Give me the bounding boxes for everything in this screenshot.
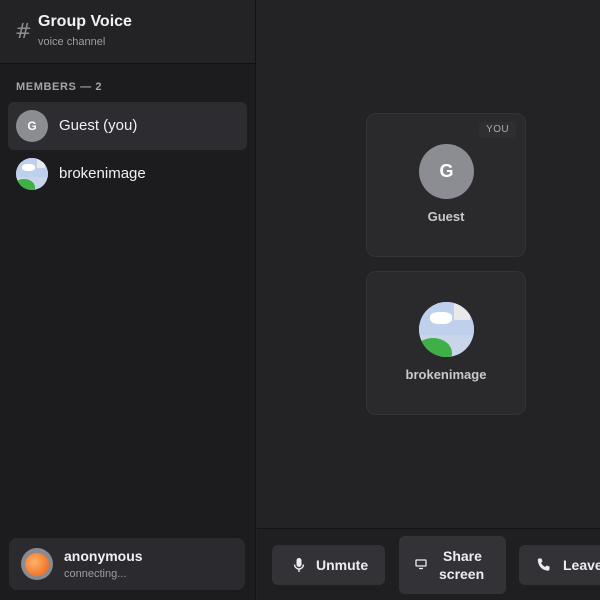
leave-button[interactable]: Leave xyxy=(519,545,600,585)
leave-label: Leave xyxy=(563,557,600,573)
avatar-letter: G xyxy=(439,161,454,181)
participant-name: brokenimage xyxy=(405,367,487,382)
member-item-brokenimage[interactable]: brokenimage xyxy=(8,150,247,198)
member-name: Guest (you) xyxy=(59,117,138,134)
members-label: MEMBERS — 2 xyxy=(16,81,103,93)
sidebar: # Group Voice voice channel MEMBERS — 2 … xyxy=(0,0,256,600)
screen-icon xyxy=(415,559,427,570)
member-name: brokenimage xyxy=(59,165,146,182)
avatar: G xyxy=(419,144,474,199)
avatar: G xyxy=(16,110,48,142)
phone-icon xyxy=(537,558,550,571)
call-controls: Unmute Share screen Leave xyxy=(257,528,600,600)
microphone-icon xyxy=(293,558,305,572)
broken-image-icon xyxy=(16,158,48,190)
participant-name: Guest xyxy=(427,209,465,224)
participant-tile-guest[interactable]: YOU G Guest xyxy=(366,113,526,257)
user-panel[interactable]: anonymous connecting... xyxy=(9,538,245,590)
channel-header: # Group Voice voice channel xyxy=(0,0,255,64)
share-label-line1: Share xyxy=(443,548,482,564)
member-item-guest[interactable]: G Guest (you) xyxy=(8,102,247,150)
participant-tile-brokenimage[interactable]: brokenimage xyxy=(366,271,526,415)
broken-image-icon xyxy=(419,302,474,357)
unmute-label: Unmute xyxy=(316,557,369,573)
you-badge: YOU xyxy=(479,122,516,138)
share-screen-button[interactable]: Share screen xyxy=(399,536,506,594)
user-status: connecting... xyxy=(64,568,127,580)
channel-subtitle: voice channel xyxy=(38,36,106,48)
share-label-line2: screen xyxy=(439,566,485,582)
avatar-letter: G xyxy=(27,119,37,133)
unmute-button[interactable]: Unmute xyxy=(272,545,385,585)
peach-avatar-icon xyxy=(21,548,53,580)
channel-title: Group Voice xyxy=(38,13,132,30)
hash-icon: # xyxy=(15,19,32,43)
voice-stage: YOU G Guest brokenimage xyxy=(257,0,600,528)
user-name: anonymous xyxy=(64,548,143,564)
